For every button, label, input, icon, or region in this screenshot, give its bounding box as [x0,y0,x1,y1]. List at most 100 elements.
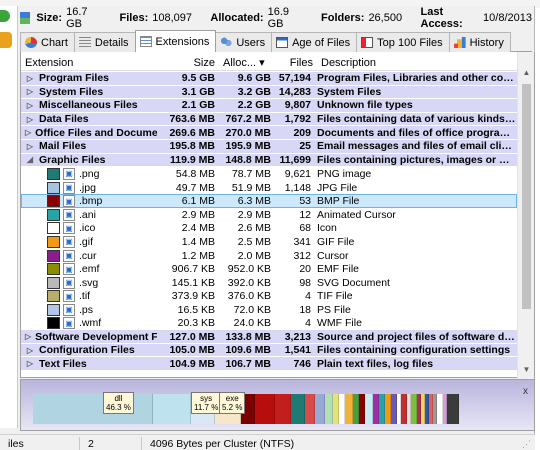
details-list-icon [78,37,91,48]
header-description[interactable]: Description [317,57,517,69]
extension-name: .bmp [79,195,103,208]
files-cell: 1,541 [284,344,311,357]
folders-value: 26,500 [368,12,403,24]
allocated-cell: 195.9 MB [225,140,271,153]
size-icon [20,12,31,24]
description-cell: Documents and files of office programs a… [317,126,517,139]
extension-row[interactable]: ▣ .png 54.8 MB 78.7 MB 9,621 PNG image [21,167,517,181]
category-row[interactable]: ▷ Text Files 104.9 MB 106.7 MB 746 Plain text… [21,357,517,372]
scroll-up-icon[interactable]: ▲ [518,64,535,81]
description-cell: Program Files, Libraries and other compi… [317,72,517,85]
treemap-block[interactable] [325,394,333,424]
size-cell: 119.9 MB [170,153,215,166]
extension-row[interactable]: ▣ .svg 145.1 KB 392.0 KB 98 SVG Document [21,276,517,290]
category-row[interactable]: ▷ Data Files 763.6 MB 767.2 MB 1,792 Files co… [21,112,517,127]
close-icon[interactable]: x [523,386,528,397]
resize-grip-icon[interactable]: ⋰ [522,439,531,450]
extension-row[interactable]: ▣ .ps 16.5 KB 72.0 KB 18 PS File [21,303,517,317]
files-cell: 14,283 [278,85,311,98]
users-icon [220,37,233,48]
category-row[interactable]: ▷ Program Files 9.5 GB 9.6 GB 57,194 Program … [21,72,517,86]
treemap-block[interactable] [315,394,325,424]
description-cell: GIF File [317,235,355,248]
files-cell: 9,807 [284,99,311,112]
color-swatch [47,249,60,262]
files-cell: 1,148 [284,181,311,194]
size-cell: 54.8 MB [175,167,215,180]
extension-treemap[interactable]: dll 46.3 % sys 11.7 % exe 5.2 % x [20,379,535,431]
extension-row[interactable]: ▣ .emf 906.7 KB 952.0 KB 20 EMF File [21,262,517,276]
allocated-cell: 51.9 MB [231,181,271,194]
extension-name: Miscellaneous Files [39,99,138,112]
color-swatch [47,276,60,289]
category-row[interactable]: ▷ Office Files and Documents 269.6 MB 270.0… [21,126,517,140]
category-row[interactable]: ▷ Software Development Files 127.0 MB 133.8… [21,330,517,344]
allocated-cell: 6.3 MB [237,195,271,208]
files-cell: 209 [293,126,311,139]
treemap-block[interactable] [33,394,153,424]
expand-arrow-icon[interactable]: ▷ [25,128,31,137]
extension-row[interactable]: ▣ .tif 373.9 KB 376.0 KB 4 TIF File [21,290,517,304]
category-row[interactable]: ▷ System Files 3.1 GB 3.2 GB 14,283 System Fi… [21,85,517,100]
category-row[interactable]: ◢ Graphic Files 119.9 MB 148.8 MB 11,699 File… [21,153,517,168]
extension-row[interactable]: ▣ .ico 2.4 MB 2.6 MB 68 Icon [21,222,517,236]
status-cluster: 4096 Bytes per Cluster (NTFS) [150,437,295,450]
expand-arrow-icon[interactable]: ▷ [25,142,35,151]
category-row[interactable]: ▷ Mail Files 195.8 MB 195.9 MB 25 Email messa… [21,139,517,154]
expand-arrow-icon[interactable]: ▷ [25,359,35,368]
scroll-thumb[interactable] [522,84,531,309]
treemap-block[interactable] [305,394,315,424]
tab-age-of-files[interactable]: Age of Files [271,32,358,52]
tab-top-100-files[interactable]: Top 100 Files [356,32,450,52]
extension-row[interactable]: ▣ .jpg 49.7 MB 51.9 MB 1,148 JPG File [21,181,517,195]
extension-name: .ps [79,303,94,316]
category-row[interactable]: ▷ Miscellaneous Files 2.1 GB 2.2 GB 9,807 Unk… [21,99,517,113]
extension-row[interactable]: ▣ .bmp 6.1 MB 6.3 MB 53 BMP File [21,194,517,208]
color-swatch [47,195,60,208]
extension-name: System Files [39,85,104,98]
files-cell: 11,699 [279,153,311,166]
header-extension[interactable]: Extension [21,57,157,69]
allocated-cell: 133.8 MB [225,330,271,343]
tree-pane[interactable] [0,6,18,428]
treemap-block[interactable] [291,394,305,424]
header-files[interactable]: Files [281,57,317,69]
expand-arrow-icon[interactable]: ▷ [25,87,35,96]
treemap-block[interactable] [447,394,459,424]
jpg-file-icon: ▣ [63,181,75,194]
treemap-label-dll: dll 46.3 % [103,392,134,414]
tab-details[interactable]: Details [73,32,136,52]
tab-extensions[interactable]: Extensions [134,30,217,52]
treemap-block[interactable] [365,394,373,424]
size-cell: 2.9 MB [181,208,215,221]
extension-row[interactable]: ▣ .ani 2.9 MB 2.9 MB 12 Animated Cursor [21,208,517,222]
header-size[interactable]: Size [157,57,219,69]
color-swatch [47,181,60,194]
tab-chart[interactable]: Chart [20,32,75,52]
treemap-block[interactable] [153,394,191,424]
description-cell: Files containing configuration settings [317,344,511,357]
scroll-down-icon[interactable]: ▼ [518,361,535,378]
size-cell: 1.4 MB [181,235,215,248]
expand-arrow-icon[interactable]: ▷ [25,346,35,355]
extension-row[interactable]: ▣ .wmf 20.3 KB 24.0 KB 4 WMF File [21,317,517,331]
size-cell: 16.5 KB [177,303,215,316]
tab-history[interactable]: History [448,32,511,52]
extension-name: .tif [79,290,91,303]
expand-arrow-icon[interactable]: ◢ [25,155,35,164]
treemap-block[interactable] [345,394,353,424]
vertical-scrollbar[interactable]: ▲ ▼ [517,52,534,378]
expand-arrow-icon[interactable]: ▷ [25,74,35,83]
treemap-block[interactable] [275,394,291,424]
category-row[interactable]: ▷ Configuration Files 105.0 MB 109.6 MB 1,54… [21,343,517,358]
extension-row[interactable]: ▣ .cur 1.2 MB 2.0 MB 312 Cursor [21,249,517,263]
extension-row[interactable]: ▣ .gif 1.4 MB 2.5 MB 341 GIF File [21,235,517,249]
expand-arrow-icon[interactable]: ▷ [25,115,35,124]
header-allocated[interactable]: Alloc... ▾ [219,56,281,69]
tab-users[interactable]: Users [215,32,273,52]
expand-arrow-icon[interactable]: ▷ [25,101,35,110]
allocated-cell: 952.0 KB [227,263,271,276]
treemap-block[interactable] [255,394,275,424]
expand-arrow-icon[interactable]: ▷ [25,332,31,341]
size-cell: 6.1 MB [181,195,215,208]
